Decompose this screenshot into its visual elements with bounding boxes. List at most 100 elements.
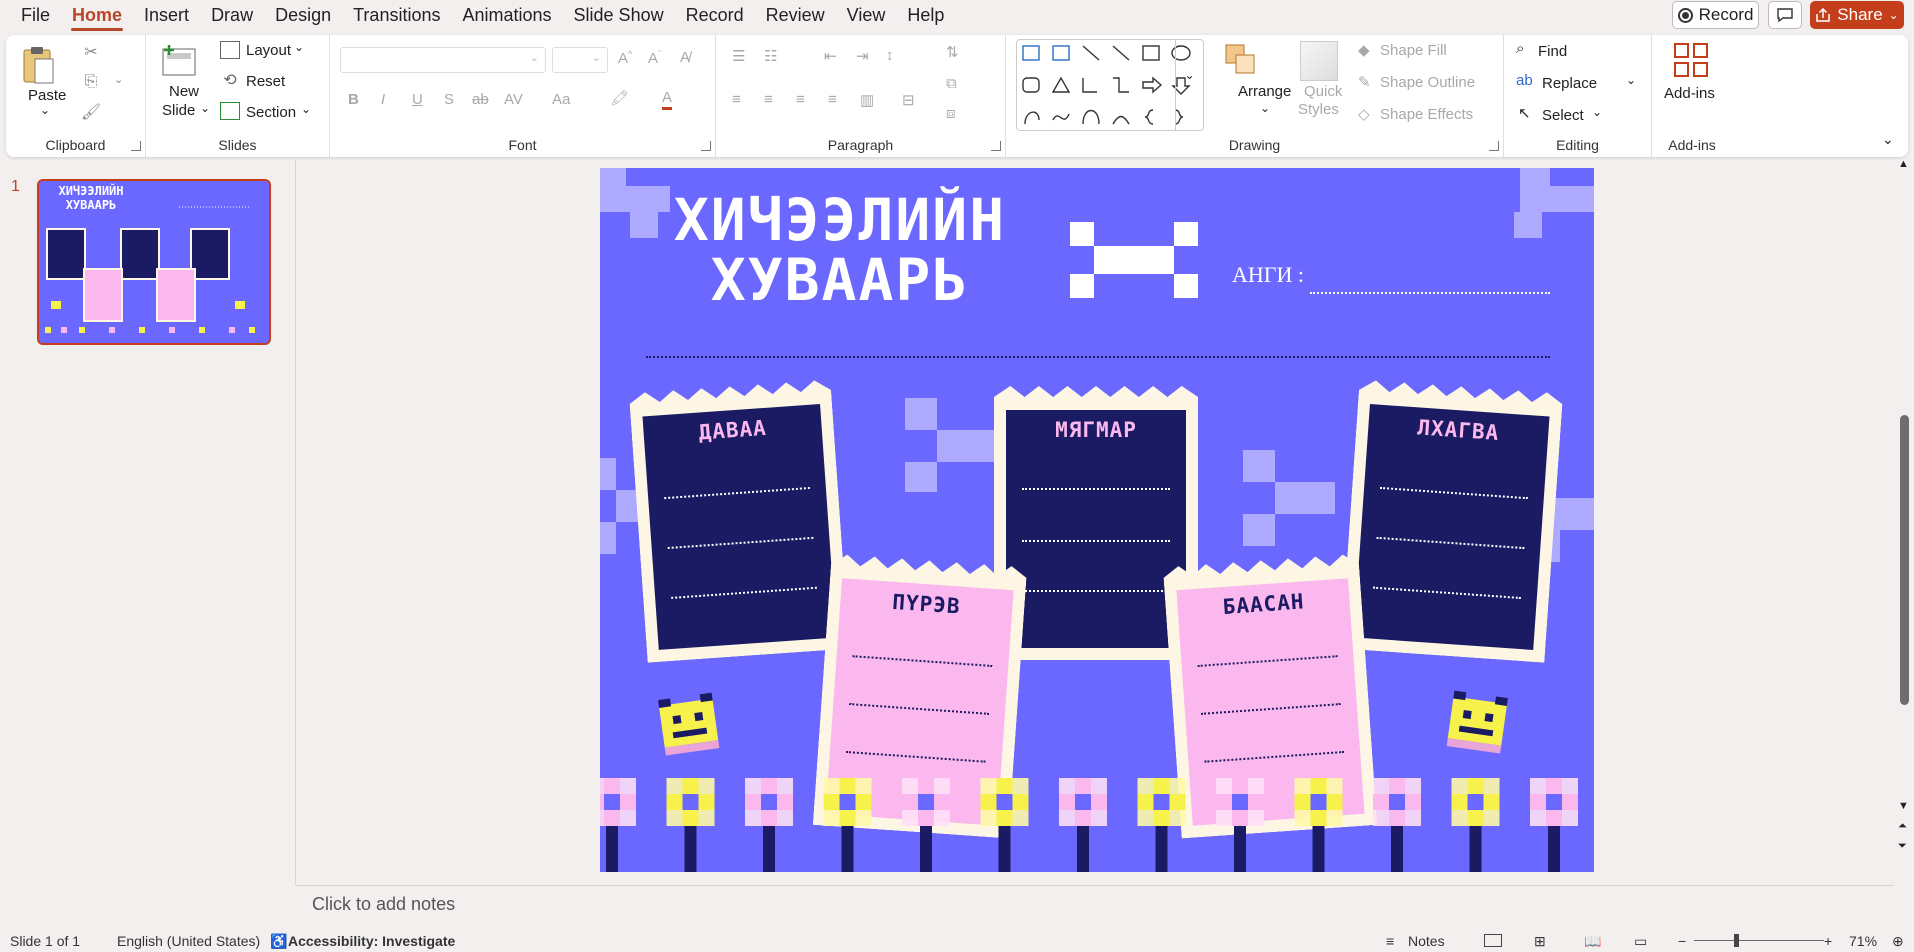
paste-chevron-icon[interactable]: ⌄ [40,103,50,117]
slideshow-view-icon[interactable]: ▭ [1634,933,1647,950]
share-button[interactable]: Share ⌄ [1810,1,1904,29]
shapes-gallery[interactable]: ⌄ [1016,39,1204,131]
align-center-icon[interactable]: ≡ [764,91,773,108]
arrange-button[interactable]: Arrange [1238,83,1291,100]
increase-font-icon[interactable]: A^ [618,49,632,67]
comments-button[interactable] [1768,1,1802,29]
cut-icon[interactable]: ✂ [80,41,102,63]
tab-insert[interactable]: Insert [133,0,200,32]
tab-home[interactable]: Home [61,0,133,32]
replace-button[interactable]: Replace [1542,75,1597,92]
new-slide-button[interactable] [160,41,200,81]
tab-design[interactable]: Design [264,0,342,32]
smartart-icon[interactable]: ⧉ [946,75,957,92]
shape-fill-button[interactable]: Shape Fill [1380,42,1447,59]
fit-slide-icon[interactable]: ⊕ [1892,933,1904,950]
convert-smartart-icon[interactable]: ⧈ [946,105,956,122]
tab-view[interactable]: View [836,0,897,32]
paste-button[interactable] [18,41,58,89]
increase-indent-icon[interactable]: ⇥ [856,47,869,65]
tab-review[interactable]: Review [755,0,836,32]
tab-transitions[interactable]: Transitions [342,0,451,32]
scroll-up-icon[interactable]: ▲ [1898,158,1909,170]
clipboard-launcher-icon[interactable] [131,141,141,151]
zoom-in-icon[interactable]: + [1824,933,1832,949]
decrease-font-icon[interactable]: Aˇ [648,49,661,67]
zoom-level[interactable]: 71% [1849,933,1877,949]
replace-chevron-icon[interactable]: ⌄ [1626,73,1636,87]
bold-button[interactable]: B [348,91,359,108]
shape-effects-button[interactable]: Shape Effects [1380,106,1473,123]
prev-slide-icon[interactable]: ⏶ [1898,820,1907,833]
find-button[interactable]: Find [1538,43,1567,60]
collapse-ribbon-icon[interactable]: ⌄ [1882,131,1894,148]
notes-placeholder[interactable]: Click to add notes [312,894,455,915]
align-text-icon[interactable]: ⊟ [902,91,915,109]
arrange-chevron-icon[interactable]: ⌄ [1260,101,1270,115]
day-card-tuesday[interactable]: ЛХАГВА [1341,379,1563,663]
notes-pane[interactable] [296,885,1894,925]
highlight-icon[interactable]: 🖍 [610,89,629,107]
scrollbar-thumb[interactable] [1900,415,1909,705]
record-button[interactable]: Record [1672,1,1759,29]
char-spacing-button[interactable]: AV [504,91,523,108]
zoom-slider-thumb[interactable] [1734,934,1739,947]
font-size-input[interactable]: ⌄ [552,47,608,73]
format-painter-icon[interactable]: 🖌 [80,101,102,123]
align-left-icon[interactable]: ≡ [732,91,741,108]
font-name-input[interactable]: ⌄ [340,47,546,73]
clear-format-icon[interactable]: A̸ [680,49,690,66]
paragraph-launcher-icon[interactable] [991,141,1001,151]
slide-sorter-icon[interactable]: ⊞ [1534,933,1546,950]
layout-chevron-icon[interactable]: ⌄ [294,40,304,54]
change-case-button[interactable]: Aa [552,91,570,108]
notes-toggle[interactable]: Notes [1408,933,1445,949]
next-slide-icon[interactable]: ⏷ [1898,840,1907,853]
section-chevron-icon[interactable]: ⌄ [301,102,311,116]
underline-button[interactable]: U [412,91,423,108]
shape-outline-button[interactable]: Shape Outline [1380,74,1475,91]
justify-icon[interactable]: ≡ [828,91,837,108]
strikethrough-button[interactable]: ab [472,91,489,108]
tab-draw[interactable]: Draw [200,0,264,32]
layout-button[interactable]: Layout [246,42,291,59]
reading-view-icon[interactable]: 📖 [1584,933,1601,950]
new-slide-chevron-icon[interactable]: ⌄ [200,101,210,115]
tab-file[interactable]: File [10,0,61,32]
bullets-icon[interactable]: ☰ [732,47,745,65]
zoom-slider[interactable] [1694,934,1824,947]
section-button[interactable]: Section [246,104,296,121]
tab-slide-show[interactable]: Slide Show [563,0,675,32]
quick-styles-label-1[interactable]: Quick [1304,83,1342,100]
tab-record[interactable]: Record [675,0,755,32]
slide-canvas[interactable]: ХИЧЭЭЛИЙН ХУВААРЬ АНГИ : ДАВАА МЯГМАР ЛХ… [600,168,1594,872]
scroll-down-icon[interactable]: ▼ [1898,800,1909,812]
columns-icon[interactable]: ▥ [860,91,874,109]
select-chevron-icon[interactable]: ⌄ [1592,105,1602,119]
drawing-launcher-icon[interactable] [1489,141,1499,151]
line-spacing-icon[interactable]: ↕ [886,47,894,64]
select-button[interactable]: Select [1542,107,1584,124]
tab-animations[interactable]: Animations [451,0,562,32]
numbering-icon[interactable]: ☷ [764,47,777,65]
normal-view-icon[interactable] [1484,934,1502,947]
day-card-monday[interactable]: ДАВАА [629,379,849,662]
font-color-icon[interactable]: A [662,89,673,110]
language-status[interactable]: English (United States) [117,933,260,949]
copy-chevron-icon[interactable]: ⌄ [114,73,123,86]
addins-button[interactable]: Add-ins [1664,85,1715,102]
tab-help[interactable]: Help [896,0,955,32]
font-launcher-icon[interactable] [701,141,711,151]
shapes-more-button[interactable]: ⌄ [1175,40,1203,130]
copy-icon[interactable]: ⎘ [80,71,102,93]
slide-thumbnail[interactable]: ХИЧЭЭЛИЙН ХУВААРЬ [37,179,271,345]
zoom-out-icon[interactable]: − [1678,933,1686,949]
align-right-icon[interactable]: ≡ [796,91,805,108]
accessibility-status[interactable]: Accessibility: Investigate [288,933,455,949]
reset-button[interactable]: Reset [246,73,285,90]
italic-button[interactable]: I [381,91,385,108]
shadow-button[interactable]: S [444,91,454,108]
quick-styles-label-2[interactable]: Styles [1298,101,1339,118]
decrease-indent-icon[interactable]: ⇤ [824,47,837,65]
text-direction-icon[interactable]: ⇅ [946,43,959,61]
